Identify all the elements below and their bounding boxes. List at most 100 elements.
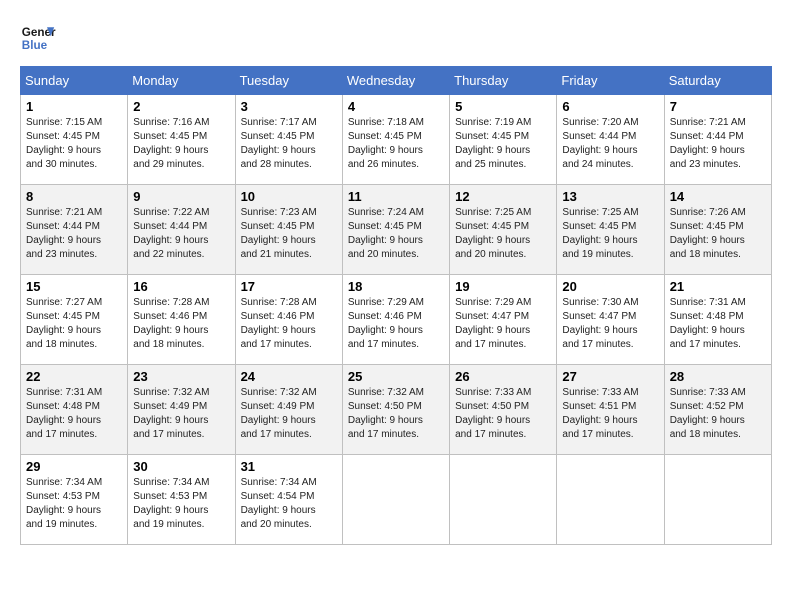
day-info: Sunrise: 7:18 AM Sunset: 4:45 PM Dayligh… [348, 116, 444, 172]
calendar-day-cell: 22Sunrise: 7:31 AM Sunset: 4:48 PM Dayli… [21, 365, 128, 455]
calendar-day-cell: 2 Sunrise: 7:16 AM Sunset: 4:45 PM Daylig… [128, 95, 235, 185]
day-number: 5 [455, 99, 551, 114]
calendar-day-cell: 4 Sunrise: 7:18 AM Sunset: 4:45 PM Daylig… [342, 95, 449, 185]
calendar-day-cell: 28 Sunrise: 7:33 AM Sunset: 4:52 PM Dayli… [664, 365, 771, 455]
calendar-day-cell: 12 Sunrise: 7:25 AM Sunset: 4:45 PM Dayli… [450, 185, 557, 275]
day-number: 9 [133, 189, 229, 204]
weekday-header-cell: Saturday [664, 67, 771, 95]
day-number: 24 [241, 369, 337, 384]
day-number: 18 [348, 279, 444, 294]
day-number: 26 [455, 369, 551, 384]
day-number: 14 [670, 189, 766, 204]
day-number: 27 [562, 369, 658, 384]
calendar-day-cell: 21 Sunrise: 7:31 AM Sunset: 4:48 PM Dayli… [664, 275, 771, 365]
day-info: Sunrise: 7:21 AM Sunset: 4:44 PM Dayligh… [26, 206, 122, 262]
day-info: Sunrise: 7:28 AM Sunset: 4:46 PM Dayligh… [133, 296, 229, 352]
calendar-day-cell: 15Sunrise: 7:27 AM Sunset: 4:45 PM Dayli… [21, 275, 128, 365]
calendar-day-cell: 6 Sunrise: 7:20 AM Sunset: 4:44 PM Daylig… [557, 95, 664, 185]
day-info: Sunrise: 7:29 AM Sunset: 4:46 PM Dayligh… [348, 296, 444, 352]
calendar-day-cell [342, 455, 449, 545]
day-info: Sunrise: 7:25 AM Sunset: 4:45 PM Dayligh… [562, 206, 658, 262]
calendar-day-cell: 20Sunrise: 7:30 AM Sunset: 4:47 PM Dayli… [557, 275, 664, 365]
day-number: 25 [348, 369, 444, 384]
day-info: Sunrise: 7:33 AM Sunset: 4:52 PM Dayligh… [670, 386, 766, 442]
day-info: Sunrise: 7:34 AM Sunset: 4:53 PM Dayligh… [133, 476, 229, 532]
day-info: Sunrise: 7:19 AM Sunset: 4:45 PM Dayligh… [455, 116, 551, 172]
calendar-day-cell [664, 455, 771, 545]
svg-text:Blue: Blue [22, 39, 48, 52]
day-number: 22 [26, 369, 122, 384]
day-number: 3 [241, 99, 337, 114]
day-number: 4 [348, 99, 444, 114]
calendar-day-cell: 9 Sunrise: 7:22 AM Sunset: 4:44 PM Daylig… [128, 185, 235, 275]
weekday-header-cell: Sunday [21, 67, 128, 95]
weekday-header-row: SundayMondayTuesdayWednesdayThursdayFrid… [21, 67, 772, 95]
day-info: Sunrise: 7:15 AM Sunset: 4:45 PM Dayligh… [26, 116, 122, 172]
day-info: Sunrise: 7:34 AM Sunset: 4:54 PM Dayligh… [241, 476, 337, 532]
day-info: Sunrise: 7:20 AM Sunset: 4:44 PM Dayligh… [562, 116, 658, 172]
day-info: Sunrise: 7:25 AM Sunset: 4:45 PM Dayligh… [455, 206, 551, 262]
calendar-week-row: 29 Sunrise: 7:34 AM Sunset: 4:53 PM Dayli… [21, 455, 772, 545]
calendar-week-row: 1Sunrise: 7:15 AM Sunset: 4:45 PM Daylig… [21, 95, 772, 185]
calendar-day-cell: 29 Sunrise: 7:34 AM Sunset: 4:53 PM Dayli… [21, 455, 128, 545]
day-info: Sunrise: 7:16 AM Sunset: 4:45 PM Dayligh… [133, 116, 229, 172]
calendar-day-cell: 26 Sunrise: 7:33 AM Sunset: 4:50 PM Dayli… [450, 365, 557, 455]
calendar-day-cell: 18 Sunrise: 7:29 AM Sunset: 4:46 PM Dayli… [342, 275, 449, 365]
calendar-day-cell: 14 Sunrise: 7:26 AM Sunset: 4:45 PM Dayli… [664, 185, 771, 275]
calendar-day-cell: 8 Sunrise: 7:21 AM Sunset: 4:44 PM Daylig… [21, 185, 128, 275]
day-info: Sunrise: 7:24 AM Sunset: 4:45 PM Dayligh… [348, 206, 444, 262]
day-number: 8 [26, 189, 122, 204]
calendar-day-cell: 24 Sunrise: 7:32 AM Sunset: 4:49 PM Dayli… [235, 365, 342, 455]
day-info: Sunrise: 7:32 AM Sunset: 4:49 PM Dayligh… [133, 386, 229, 442]
day-info: Sunrise: 7:34 AM Sunset: 4:53 PM Dayligh… [26, 476, 122, 532]
calendar-day-cell: 27 Sunrise: 7:33 AM Sunset: 4:51 PM Dayli… [557, 365, 664, 455]
day-number: 11 [348, 189, 444, 204]
day-info: Sunrise: 7:29 AM Sunset: 4:47 PM Dayligh… [455, 296, 551, 352]
calendar-day-cell: 13 Sunrise: 7:25 AM Sunset: 4:45 PM Dayli… [557, 185, 664, 275]
day-number: 28 [670, 369, 766, 384]
calendar-day-cell [557, 455, 664, 545]
weekday-header-cell: Tuesday [235, 67, 342, 95]
calendar-day-cell: 31 Sunrise: 7:34 AM Sunset: 4:54 PM Dayli… [235, 455, 342, 545]
day-info: Sunrise: 7:31 AM Sunset: 4:48 PM Dayligh… [670, 296, 766, 352]
day-number: 21 [670, 279, 766, 294]
weekday-header-cell: Thursday [450, 67, 557, 95]
day-number: 12 [455, 189, 551, 204]
day-info: Sunrise: 7:32 AM Sunset: 4:49 PM Dayligh… [241, 386, 337, 442]
calendar-day-cell: 17Sunrise: 7:28 AM Sunset: 4:46 PM Dayli… [235, 275, 342, 365]
day-number: 29 [26, 459, 122, 474]
day-info: Sunrise: 7:27 AM Sunset: 4:45 PM Dayligh… [26, 296, 122, 352]
calendar-day-cell [450, 455, 557, 545]
calendar-day-cell: 10Sunrise: 7:23 AM Sunset: 4:45 PM Dayli… [235, 185, 342, 275]
calendar-day-cell: 11 Sunrise: 7:24 AM Sunset: 4:45 PM Dayli… [342, 185, 449, 275]
day-number: 6 [562, 99, 658, 114]
day-number: 31 [241, 459, 337, 474]
logo-icon: General Blue [20, 20, 56, 56]
calendar-day-cell: 7Sunrise: 7:21 AM Sunset: 4:44 PM Daylig… [664, 95, 771, 185]
calendar-week-row: 22Sunrise: 7:31 AM Sunset: 4:48 PM Dayli… [21, 365, 772, 455]
calendar-day-cell: 1Sunrise: 7:15 AM Sunset: 4:45 PM Daylig… [21, 95, 128, 185]
day-info: Sunrise: 7:21 AM Sunset: 4:44 PM Dayligh… [670, 116, 766, 172]
calendar-day-cell: 3 Sunrise: 7:17 AM Sunset: 4:45 PM Daylig… [235, 95, 342, 185]
day-number: 13 [562, 189, 658, 204]
calendar-day-cell: 19Sunrise: 7:29 AM Sunset: 4:47 PM Dayli… [450, 275, 557, 365]
day-info: Sunrise: 7:26 AM Sunset: 4:45 PM Dayligh… [670, 206, 766, 262]
day-number: 2 [133, 99, 229, 114]
page-header: General Blue [20, 20, 772, 56]
day-info: Sunrise: 7:33 AM Sunset: 4:51 PM Dayligh… [562, 386, 658, 442]
day-info: Sunrise: 7:22 AM Sunset: 4:44 PM Dayligh… [133, 206, 229, 262]
calendar-day-cell: 23 Sunrise: 7:32 AM Sunset: 4:49 PM Dayli… [128, 365, 235, 455]
day-info: Sunrise: 7:32 AM Sunset: 4:50 PM Dayligh… [348, 386, 444, 442]
day-number: 10 [241, 189, 337, 204]
calendar-day-cell: 25 Sunrise: 7:32 AM Sunset: 4:50 PM Dayli… [342, 365, 449, 455]
day-number: 30 [133, 459, 229, 474]
day-info: Sunrise: 7:33 AM Sunset: 4:50 PM Dayligh… [455, 386, 551, 442]
day-info: Sunrise: 7:17 AM Sunset: 4:45 PM Dayligh… [241, 116, 337, 172]
day-number: 23 [133, 369, 229, 384]
day-number: 20 [562, 279, 658, 294]
weekday-header-cell: Friday [557, 67, 664, 95]
calendar-day-cell: 16Sunrise: 7:28 AM Sunset: 4:46 PM Dayli… [128, 275, 235, 365]
weekday-header-cell: Monday [128, 67, 235, 95]
weekday-header-cell: Wednesday [342, 67, 449, 95]
calendar-table: SundayMondayTuesdayWednesdayThursdayFrid… [20, 66, 772, 545]
